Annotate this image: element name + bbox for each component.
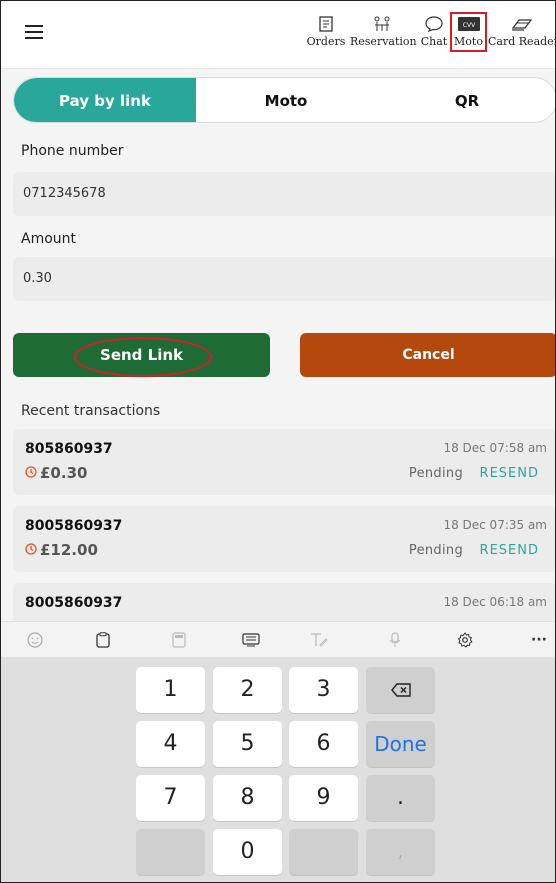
- transaction-amount: £0.30: [25, 464, 87, 482]
- cancel-button[interactable]: Cancel: [300, 333, 555, 377]
- key-3[interactable]: 3: [289, 667, 358, 713]
- key-comma[interactable]: ,: [366, 829, 435, 875]
- app-screen: Orders Reservation Chat CVV Moto Card Re…: [0, 0, 556, 883]
- transaction-amount-value: £12.00: [40, 541, 98, 559]
- key-5[interactable]: 5: [213, 721, 282, 767]
- clipboard-icon[interactable]: [93, 630, 113, 650]
- tab-pay-by-link[interactable]: Pay by link: [14, 78, 196, 122]
- transaction-row[interactable]: 8005860937 £12.00 18 Dec 07:35 am Pendin…: [13, 506, 555, 572]
- clock-icon: [25, 464, 37, 482]
- nav-chat[interactable]: Chat: [419, 13, 449, 53]
- nav-card-reader-label: Card Reader: [488, 35, 556, 48]
- numeric-keyboard: 1 2 3 4 5 6 Done 7 8 9 . 0 ,: [1, 657, 555, 882]
- transaction-amount-value: £0.30: [40, 464, 88, 482]
- key-decimal[interactable]: .: [366, 775, 435, 821]
- amount-input[interactable]: 0.30: [13, 257, 555, 301]
- key-4[interactable]: 4: [136, 721, 205, 767]
- transaction-date: 18 Dec 07:35 am: [443, 518, 547, 532]
- backspace-key[interactable]: [366, 667, 435, 713]
- nav-reservation[interactable]: Reservation: [350, 13, 417, 53]
- moto-highlight-box: [450, 12, 487, 52]
- key-blank[interactable]: [136, 829, 205, 875]
- clock-icon: [25, 541, 37, 559]
- tab-qr[interactable]: QR: [376, 78, 555, 122]
- card-reader-icon: [488, 13, 555, 35]
- tab-moto[interactable]: Moto: [196, 78, 376, 122]
- amount-label: Amount: [21, 231, 77, 247]
- resend-button[interactable]: RESEND: [480, 543, 539, 558]
- transaction-status: Pending: [408, 466, 463, 481]
- send-link-highlight-ring: [74, 337, 212, 377]
- resend-button[interactable]: RESEND: [480, 466, 539, 481]
- recent-transactions-title: Recent transactions: [21, 403, 161, 419]
- payment-method-tabs: Pay by link Moto QR: [13, 77, 555, 123]
- transaction-id: 8005860937: [25, 595, 123, 611]
- transaction-row[interactable]: 805860937 £0.30 18 Dec 07:58 am Pending …: [13, 429, 555, 495]
- menu-icon[interactable]: [25, 25, 43, 39]
- keyboard-icon[interactable]: [241, 630, 261, 650]
- key-2[interactable]: 2: [213, 667, 282, 713]
- key-6[interactable]: 6: [289, 721, 358, 767]
- reservation-icon: [350, 13, 414, 35]
- transaction-status: Pending: [408, 543, 463, 558]
- key-7[interactable]: 7: [136, 775, 205, 821]
- transaction-amount: £12.00: [25, 541, 98, 559]
- key-1[interactable]: 1: [136, 667, 205, 713]
- handwriting-icon[interactable]: [309, 630, 329, 650]
- nav-chat-label: Chat: [420, 35, 448, 48]
- done-key[interactable]: Done: [366, 721, 435, 767]
- transaction-id: 8005860937: [25, 518, 123, 534]
- chat-icon: [419, 13, 449, 35]
- transaction-date: 18 Dec 07:58 am: [443, 441, 547, 455]
- microphone-icon[interactable]: [385, 630, 405, 650]
- nav-reservation-label: Reservation: [350, 35, 417, 48]
- nav-orders[interactable]: Orders: [306, 13, 346, 53]
- calculator-icon[interactable]: [169, 630, 189, 650]
- transaction-id: 805860937: [25, 441, 113, 457]
- backspace-icon: [390, 683, 411, 697]
- key-9[interactable]: 9: [289, 775, 358, 821]
- phone-input[interactable]: 0712345678: [13, 172, 555, 216]
- transaction-date: 18 Dec 06:18 am: [443, 595, 547, 609]
- emoji-icon[interactable]: [25, 630, 45, 650]
- keyboard-toolbar: ···: [1, 621, 555, 657]
- settings-icon[interactable]: [455, 630, 475, 650]
- key-8[interactable]: 8: [213, 775, 282, 821]
- key-blank[interactable]: [289, 829, 358, 875]
- nav-orders-label: Orders: [306, 35, 346, 48]
- orders-icon: [306, 13, 346, 35]
- more-icon[interactable]: ···: [529, 630, 549, 650]
- phone-label: Phone number: [21, 143, 124, 159]
- key-0[interactable]: 0: [213, 829, 282, 875]
- nav-card-reader[interactable]: Card Reader: [488, 13, 556, 53]
- top-bar: Orders Reservation Chat CVV Moto Card Re…: [1, 1, 556, 69]
